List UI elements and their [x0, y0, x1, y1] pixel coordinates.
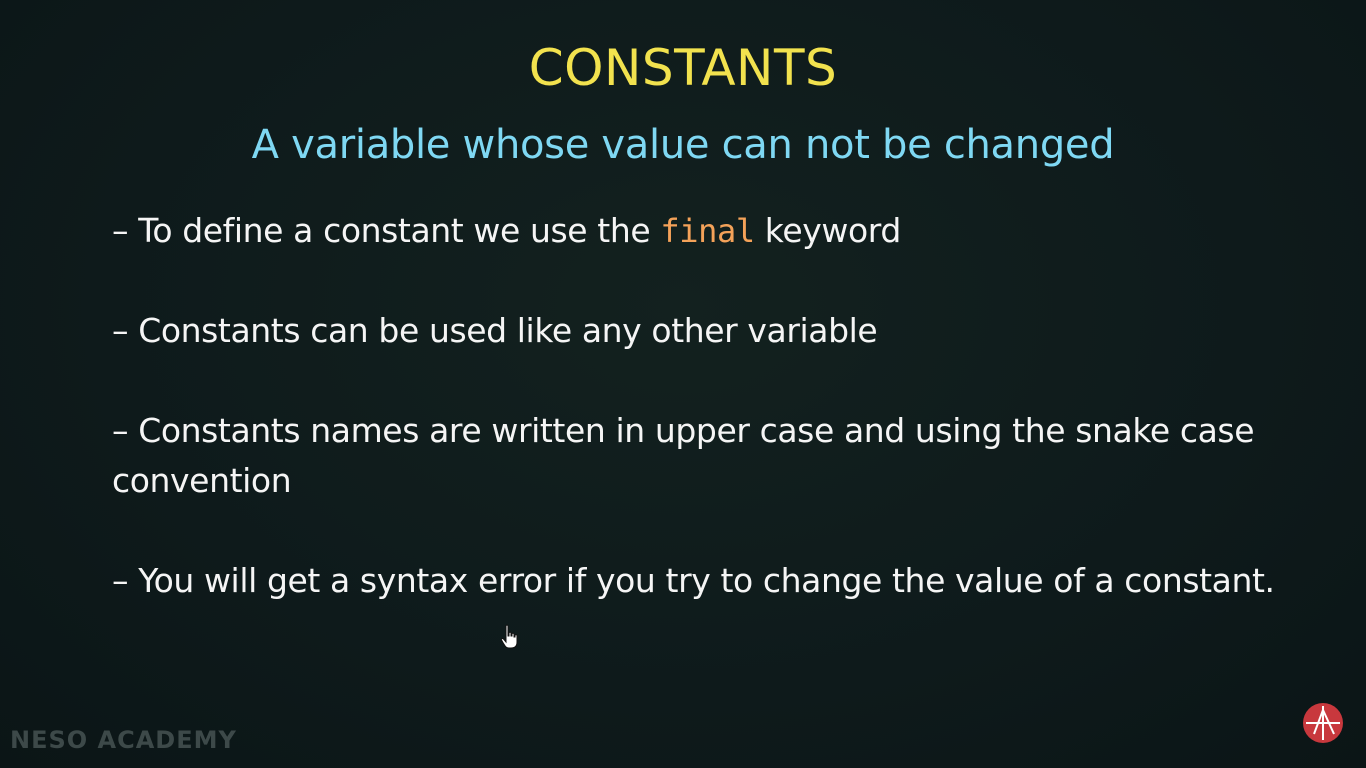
- slide-subtitle: A variable whose value can not be change…: [251, 122, 1115, 168]
- bullet-text-prefix: – To define a constant we use the: [112, 211, 661, 250]
- brand-watermark: NESO ACADEMY: [10, 726, 237, 754]
- bullet-item-usage: – Constants can be used like any other v…: [112, 311, 878, 350]
- hand-pointer-cursor-icon: [500, 624, 518, 649]
- slide-title: CONSTANTS: [528, 39, 838, 97]
- neso-academy-logo-icon: [1303, 703, 1343, 743]
- bullet-item-syntax-error: – You will get a syntax error if you try…: [112, 561, 1275, 600]
- lecture-slide: CONSTANTS A variable whose value can not…: [0, 0, 1366, 768]
- bullet-item-final-keyword: – To define a constant we use the final …: [112, 206, 1292, 256]
- bullet-item-naming: – Constants names are written in upper c…: [112, 411, 1255, 500]
- bullet-list: – To define a constant we use the final …: [112, 206, 1292, 656]
- code-keyword: final: [660, 212, 755, 250]
- bullet-text-suffix: keyword: [754, 211, 901, 250]
